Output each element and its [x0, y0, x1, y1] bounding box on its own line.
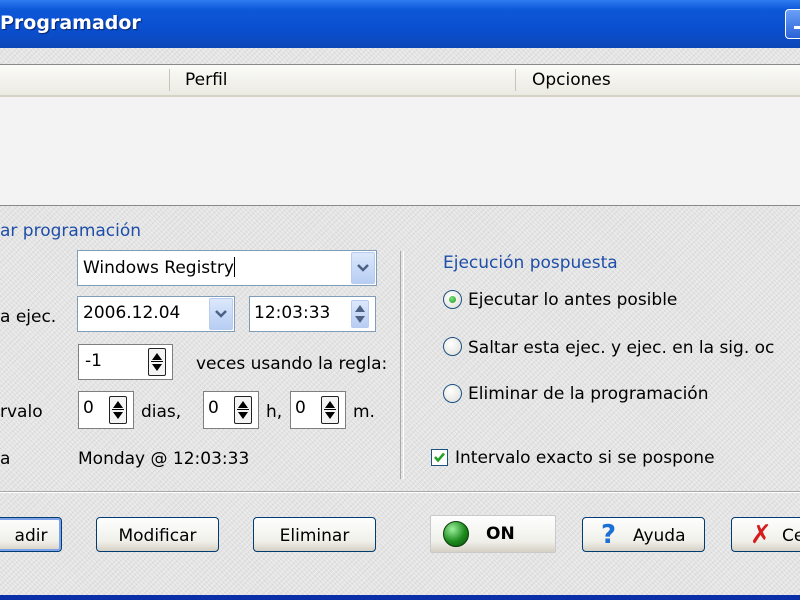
radio-skip-run[interactable] [443, 337, 462, 356]
delete-button-label: Eliminar [279, 526, 350, 546]
help-button-label: Ayuda [633, 526, 686, 546]
interval-hours-value: 0 [208, 398, 219, 418]
list-body[interactable] [0, 97, 800, 205]
modify-button-label: Modificar [118, 526, 197, 546]
column-header-options[interactable]: Opciones [532, 70, 611, 90]
schedule-list[interactable]: Perfil Opciones [0, 64, 800, 206]
exact-interval-label[interactable]: Intervalo exacto si se pospone [455, 448, 715, 468]
time-spin-buttons[interactable] [351, 300, 369, 328]
interval-hours-spinner[interactable]: 0 [203, 391, 259, 429]
column-header-profile[interactable]: Perfil [185, 70, 228, 90]
column-divider[interactable] [515, 69, 516, 91]
interval-label: rvalo [0, 402, 43, 422]
window-bottom-border [0, 595, 800, 600]
interval-minutes-value: 0 [295, 398, 306, 418]
dialog-client-area: Perfil Opciones ar programación Windows … [0, 48, 800, 595]
repeat-count-spinner[interactable]: -1 [78, 344, 173, 380]
chevron-down-icon [357, 264, 369, 272]
on-toggle-button[interactable]: ON [430, 515, 556, 553]
help-button[interactable]: ? Ayuda [582, 517, 705, 552]
spin-up-icon[interactable] [238, 401, 248, 408]
interval-days-spinner[interactable]: 0 [78, 391, 134, 429]
time-value: 12:03:33 [254, 303, 331, 323]
profile-value: Windows Registry [83, 257, 235, 278]
list-header: Perfil Opciones [0, 65, 800, 97]
close-button-label: Ce [782, 526, 800, 546]
radio-remove-schedule-label[interactable]: Eliminar de la programación [468, 384, 708, 404]
interval-days-value: 0 [83, 398, 94, 418]
add-button[interactable]: adir [0, 517, 62, 552]
button-divider [0, 491, 800, 493]
next-run-label: a ejec. [0, 307, 57, 327]
days-spin-buttons[interactable] [109, 396, 127, 424]
checkmark-icon [434, 452, 445, 463]
date-dropdown-button[interactable] [209, 298, 233, 330]
schedule-group-title: ar programación [0, 221, 142, 241]
chevron-down-icon [215, 310, 227, 318]
radio-selected-dot [449, 296, 456, 303]
radio-skip-run-label[interactable]: Saltar esta ejec. y ejec. en la sig. oc [468, 338, 774, 358]
minutes-spin-buttons[interactable] [321, 396, 339, 424]
interval-minutes-spinner[interactable]: 0 [290, 391, 346, 429]
spin-down-icon[interactable] [355, 316, 365, 323]
spin-down-icon[interactable] [238, 412, 248, 419]
modify-button[interactable]: Modificar [96, 517, 219, 552]
postponed-group-title: Ejecución pospuesta [443, 253, 618, 273]
window-title: Programador [0, 12, 141, 34]
radio-run-asap-label[interactable]: Ejecutar lo antes posible [468, 290, 677, 310]
radio-remove-schedule[interactable] [443, 384, 462, 403]
spin-up-icon[interactable] [113, 401, 123, 408]
spin-divider [237, 409, 249, 410]
spin-up-icon[interactable] [152, 353, 162, 360]
radio-run-asap[interactable] [443, 290, 462, 309]
spin-up-icon[interactable] [355, 305, 365, 312]
title-bar[interactable]: Programador [0, 0, 800, 48]
scheduler-window: Programador Perfil Opciones ar programac… [0, 0, 800, 600]
on-toggle-label: ON [486, 524, 515, 544]
close-icon: ✗ [750, 520, 772, 550]
minimize-icon [794, 26, 800, 29]
spin-divider [324, 409, 336, 410]
minutes-unit-label: m. [353, 402, 375, 422]
repeat-spin-buttons[interactable] [148, 348, 166, 376]
next-run-text: Monday @ 12:03:33 [78, 449, 250, 469]
exact-interval-checkbox[interactable] [431, 449, 448, 466]
column-divider[interactable] [169, 69, 170, 91]
spin-down-icon[interactable] [152, 364, 162, 371]
days-unit-label: dias, [141, 402, 182, 422]
spin-down-icon[interactable] [325, 412, 335, 419]
next-label: a [0, 449, 11, 469]
spin-up-icon[interactable] [325, 401, 335, 408]
spin-divider [112, 409, 124, 410]
repeat-count-value: -1 [85, 351, 102, 371]
status-led-icon [443, 521, 469, 547]
group-divider [400, 251, 404, 479]
delete-button[interactable]: Eliminar [253, 517, 376, 552]
hours-spin-buttons[interactable] [234, 396, 252, 424]
close-button[interactable]: ✗ Ce [731, 517, 800, 552]
repeat-rule-text: veces usando la regla: [196, 354, 388, 374]
profile-combobox[interactable]: Windows Registry [77, 250, 377, 286]
date-value: 2006.12.04 [83, 303, 181, 323]
spin-down-icon[interactable] [113, 412, 123, 419]
time-spinner[interactable]: 12:03:33 [249, 296, 376, 332]
date-picker[interactable]: 2006.12.04 [77, 296, 235, 332]
hours-unit-label: h, [266, 402, 283, 422]
minimize-button[interactable] [785, 9, 800, 39]
spin-divider [151, 361, 163, 362]
add-button-label: adir [14, 526, 48, 546]
help-question-icon: ? [601, 520, 617, 550]
profile-dropdown-button[interactable] [351, 252, 375, 284]
